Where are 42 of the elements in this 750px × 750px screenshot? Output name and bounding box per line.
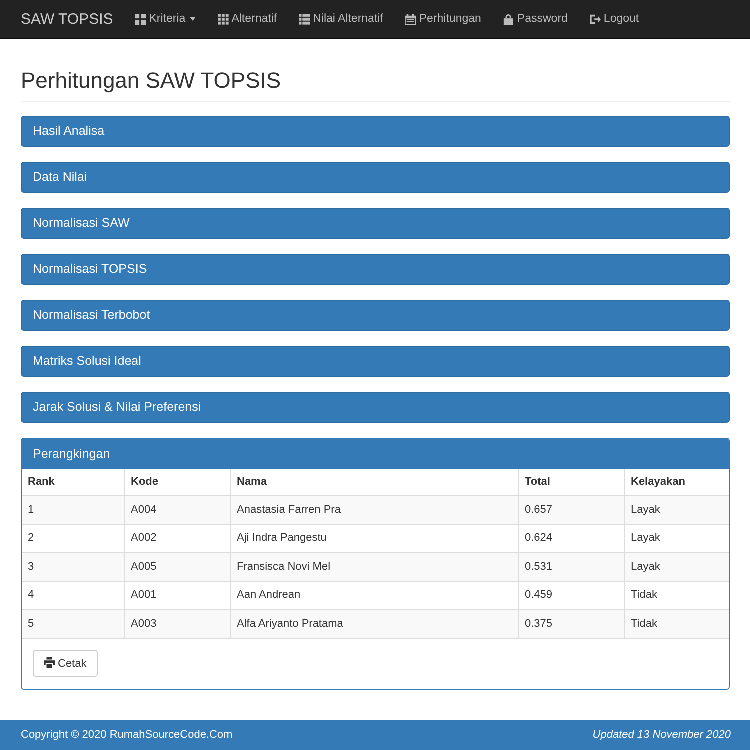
table-cell: 1 xyxy=(22,496,124,524)
nav-link[interactable]: Alternatif xyxy=(218,13,278,25)
nav-link[interactable]: Perhitungan xyxy=(405,13,482,25)
nav-link[interactable]: Logout xyxy=(590,13,640,25)
table-cell: Anastasia Farren Pra xyxy=(230,496,518,524)
panel-heading[interactable]: Hasil Analisa xyxy=(21,116,730,147)
nav-link[interactable]: Nilai Alternatif xyxy=(299,13,384,25)
copyright-text: Copyright © 2020 RumahSourceCode.Com xyxy=(21,729,233,741)
logout-icon xyxy=(590,14,601,24)
panel-heading[interactable]: Normalisasi TOPSIS xyxy=(21,254,730,285)
lock-icon xyxy=(503,14,514,24)
table-cell: 0.531 xyxy=(518,552,624,581)
panel-heading[interactable]: Normalisasi Terbobot xyxy=(21,300,730,331)
table-cell: A005 xyxy=(124,552,230,581)
updated-text: Updated 13 November 2020 xyxy=(592,729,731,741)
printer-icon xyxy=(44,656,55,668)
nav-link[interactable]: Password xyxy=(503,13,568,25)
grid-icon xyxy=(218,14,229,24)
panel-heading: Perangkingan xyxy=(22,439,729,469)
nav-link[interactable]: Kriteria xyxy=(135,13,196,25)
table-cell: 0.375 xyxy=(518,610,624,638)
table-cell: Fransisca Novi Mel xyxy=(230,552,518,581)
table-cell: Alfa Ariyanto Pratama xyxy=(230,610,518,638)
page-title: Perhitungan SAW TOPSIS xyxy=(21,68,282,94)
grid-icon xyxy=(135,14,146,24)
panel-heading[interactable]: Data Nilai xyxy=(21,162,730,193)
column-header: Rank xyxy=(22,469,124,496)
table-cell: 0.657 xyxy=(518,496,624,524)
table-cell: 3 xyxy=(22,552,124,581)
table-cell: A003 xyxy=(124,610,230,638)
panel-heading[interactable]: Normalisasi SAW xyxy=(21,208,730,239)
brand-link[interactable]: SAW TOPSIS xyxy=(21,10,114,28)
table-cell: A004 xyxy=(124,496,230,524)
panel-heading[interactable]: Jarak Solusi & Nilai Preferensi xyxy=(21,392,730,423)
list-icon xyxy=(299,14,310,24)
table-cell: Layak xyxy=(624,552,729,581)
print-button[interactable]: Cetak xyxy=(33,650,98,676)
panel-heading[interactable]: Matriks Solusi Ideal xyxy=(21,346,730,377)
table-cell: 5 xyxy=(22,610,124,638)
table-cell: Layak xyxy=(624,496,729,524)
table-cell: Tidak xyxy=(624,610,729,638)
calendar-icon xyxy=(405,14,416,24)
